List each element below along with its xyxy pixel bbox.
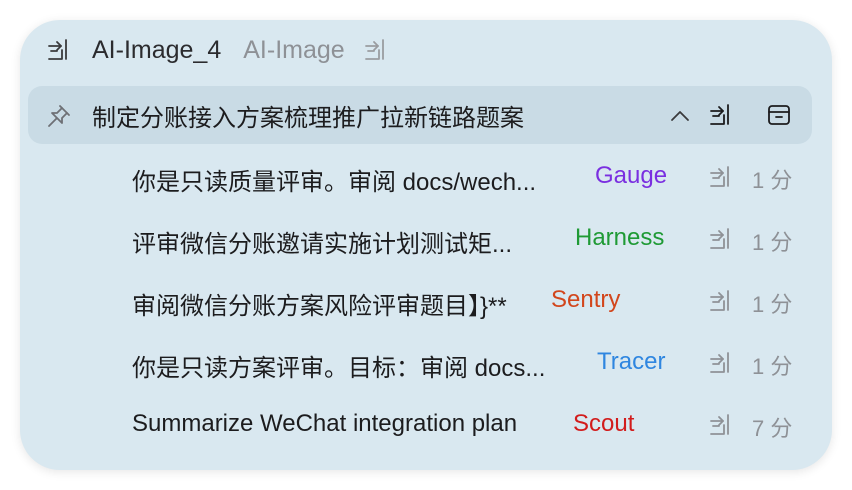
threads-panel: AI-Image_4 AI-Image 制定分账接入方案梳理推广拉新链路题案 你… (20, 20, 832, 470)
subagent-row[interactable]: Summarize WeChat integration plan Scout … (20, 406, 832, 446)
thread-title[interactable]: 制定分账接入方案梳理推广拉新链路题案 (92, 98, 524, 133)
subagent-row[interactable]: 评审微信分账邀请实施计划测试矩... Harness 1 分 (20, 220, 832, 260)
open-in-window-icon[interactable] (708, 412, 734, 438)
chevron-up-icon[interactable] (668, 104, 692, 128)
open-in-window-icon[interactable] (363, 37, 389, 63)
open-in-window-icon[interactable] (708, 102, 734, 128)
subagent-task: 你是只读方案评审。目标：审阅 docs... (132, 355, 546, 382)
pin-icon[interactable] (46, 103, 72, 129)
open-in-window-icon[interactable] (46, 37, 72, 63)
subagent-task: 你是只读质量评审。审阅 docs/wech... (132, 169, 537, 196)
subagent-row[interactable]: 你是只读方案评审。目标：审阅 docs... Tracer 1 分 (20, 344, 832, 384)
project-header: AI-Image_4 AI-Image (46, 32, 389, 68)
open-in-window-icon[interactable] (708, 288, 734, 314)
subagent-time: 1 分 (752, 230, 793, 255)
subagent-name: Harness (575, 224, 665, 251)
archive-icon[interactable] (766, 102, 792, 128)
subagent-name: Tracer (597, 348, 666, 375)
subagent-row[interactable]: 你是只读质量评审。审阅 docs/wech... Gauge 1 分 (20, 158, 832, 198)
open-in-window-icon[interactable] (708, 350, 734, 376)
subagent-time: 7 分 (752, 416, 793, 441)
subagent-row[interactable]: 审阅微信分账方案风险评审题目】}** Sentry 1 分 (20, 282, 832, 322)
subagent-task: Summarize WeChat integration plan (132, 410, 518, 437)
subagent-name: Scout (573, 410, 635, 437)
project-title[interactable]: AI-Image_4 (92, 36, 221, 65)
subagent-task: 评审微信分账邀请实施计划测试矩... (132, 231, 513, 258)
subagent-time: 1 分 (752, 168, 793, 193)
open-in-window-icon[interactable] (708, 226, 734, 252)
subagent-time: 1 分 (752, 354, 793, 379)
open-in-window-icon[interactable] (708, 164, 734, 190)
project-subtitle: AI-Image (243, 35, 345, 64)
subagent-time: 1 分 (752, 292, 793, 317)
subagent-name: Sentry (551, 286, 621, 313)
subagent-name: Gauge (595, 162, 668, 189)
active-thread-row[interactable]: 制定分账接入方案梳理推广拉新链路题案 (28, 86, 812, 144)
subagent-task: 审阅微信分账方案风险评审题目】}** (132, 293, 507, 320)
